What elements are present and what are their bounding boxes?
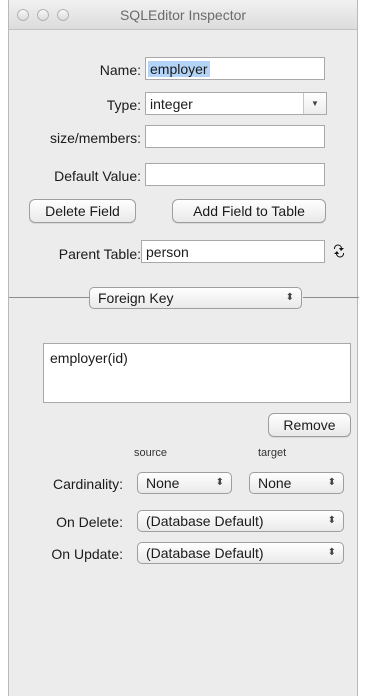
on-delete-popup[interactable]: (Database Default) ⬍ [137, 510, 344, 532]
on-delete-value: (Database Default) [146, 513, 264, 529]
parent-table-link-icon[interactable] [331, 242, 347, 260]
cardinality-label: Cardinality: [52, 476, 123, 492]
size-members-field[interactable] [145, 125, 325, 148]
up-down-arrows-icon: ⬍ [327, 477, 336, 488]
section-popup-value: Foreign Key [98, 290, 174, 306]
default-value-field[interactable] [145, 163, 325, 186]
remove-button[interactable]: Remove [268, 413, 351, 437]
foreign-key-list[interactable]: employer(id) [43, 343, 351, 403]
name-field-value: employer [148, 61, 210, 77]
list-item[interactable]: employer(id) [50, 350, 128, 366]
title-bar: SQLEditor Inspector [9, 0, 357, 30]
name-label: Name: [99, 62, 141, 78]
section-divider-right [303, 297, 359, 298]
target-column-header: target [258, 447, 287, 459]
up-down-arrows-icon: ⬍ [327, 547, 336, 558]
delete-field-button[interactable]: Delete Field [29, 199, 136, 223]
default-value-label: Default Value: [54, 168, 141, 184]
section-popup[interactable]: Foreign Key ⬍ [89, 287, 302, 309]
section-divider-left [9, 297, 89, 298]
on-update-value: (Database Default) [146, 545, 264, 561]
add-field-to-table-button[interactable]: Add Field to Table [172, 199, 326, 223]
cardinality-source-value: None [146, 475, 180, 491]
on-delete-label: On Delete: [56, 514, 123, 530]
up-down-arrows-icon: ⬍ [327, 515, 336, 526]
parent-table-label: Parent Table: [58, 246, 141, 262]
type-value: integer [150, 96, 193, 112]
type-label: Type: [106, 97, 141, 113]
size-members-label: size/members: [49, 130, 141, 146]
chevron-down-icon[interactable]: ▼ [303, 93, 326, 114]
name-field[interactable]: employer [145, 57, 325, 80]
cardinality-source-popup[interactable]: None ⬍ [137, 472, 232, 494]
up-down-arrows-icon: ⬍ [215, 477, 224, 488]
type-combobox[interactable]: integer ▼ [145, 92, 327, 115]
cardinality-target-value: None [258, 475, 292, 491]
on-update-label: On Update: [51, 546, 123, 562]
source-column-header: source [134, 447, 168, 459]
parent-table-field[interactable]: person [141, 240, 325, 263]
on-update-popup[interactable]: (Database Default) ⬍ [137, 542, 344, 564]
inspector-window: SQLEditor Inspector Name: employer Type:… [8, 0, 359, 696]
cardinality-target-popup[interactable]: None ⬍ [249, 472, 344, 494]
up-down-arrows-icon: ⬍ [285, 292, 294, 303]
window-title: SQLEditor Inspector [119, 7, 247, 23]
